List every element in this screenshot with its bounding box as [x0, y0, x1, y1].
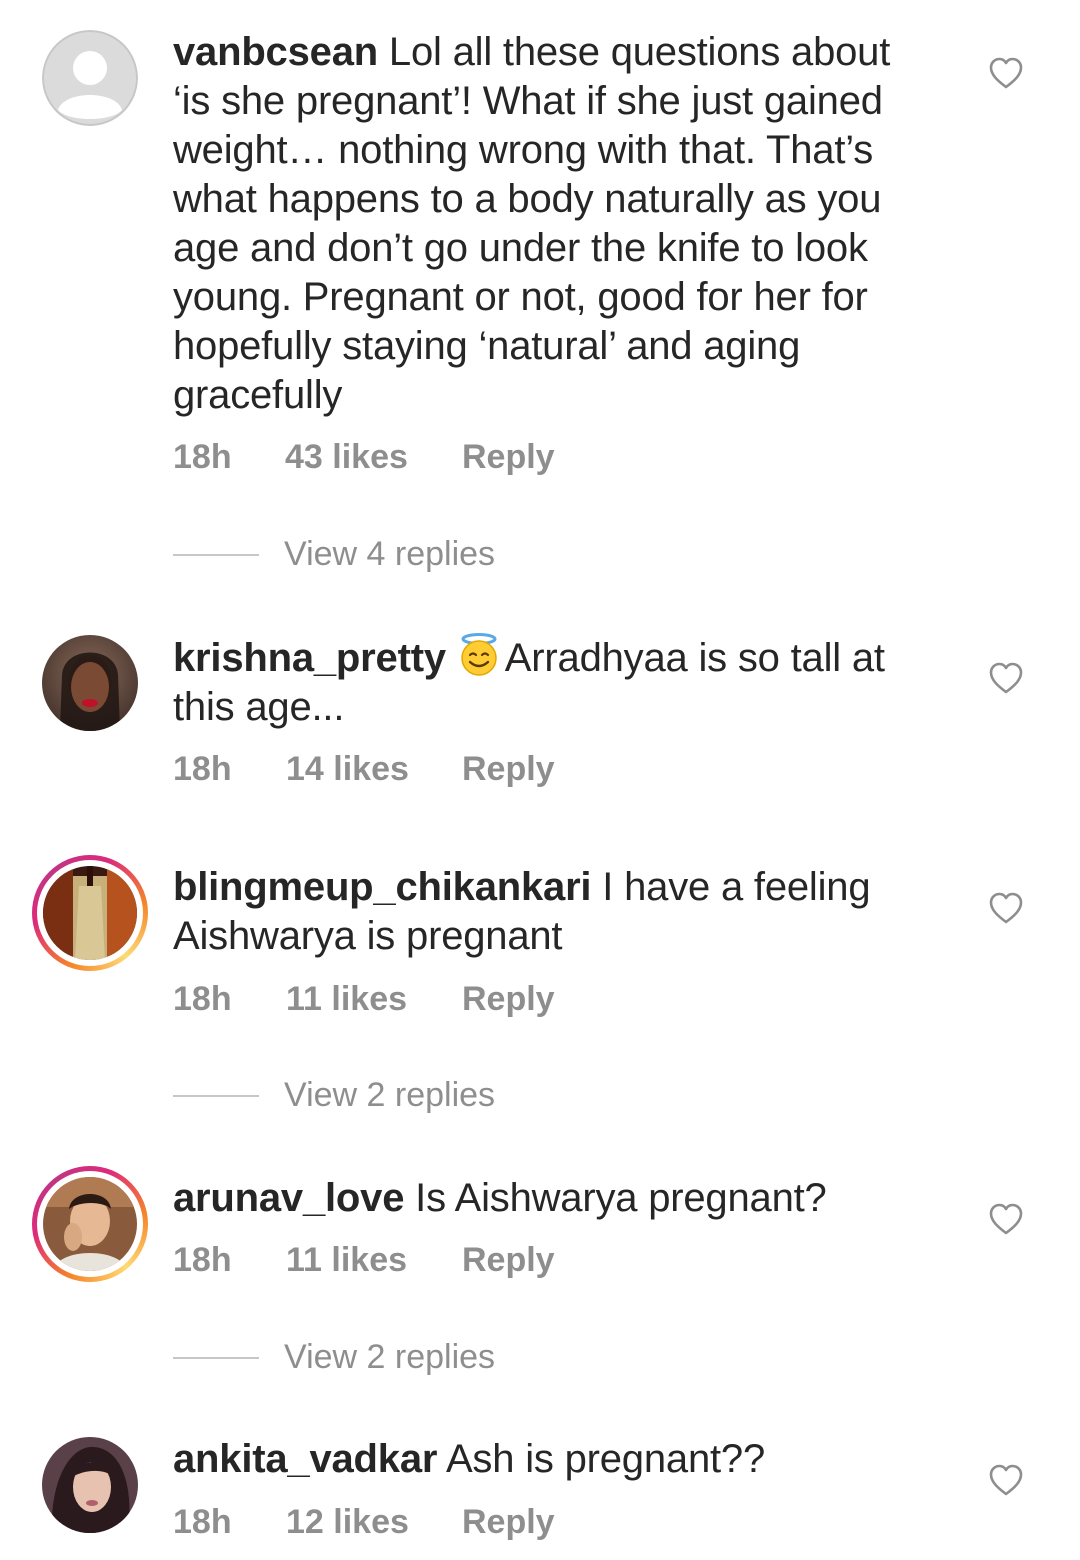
- comment-username[interactable]: blingmeup_chikankari: [173, 865, 592, 909]
- user-photo-icon: [43, 866, 137, 960]
- comment-text: arunav_love Is Aishwarya pregnant?: [173, 1174, 933, 1223]
- comment-likes[interactable]: 12 likes: [286, 1503, 409, 1542]
- comment-text: blingmeup_chikankari I have a feeling Ai…: [173, 863, 933, 961]
- comment-username[interactable]: arunav_love: [173, 1176, 404, 1220]
- comment-likes[interactable]: 11 likes: [286, 980, 407, 1019]
- heart-outline-icon[interactable]: [988, 1463, 1024, 1497]
- avatar-story-ring[interactable]: [32, 1166, 148, 1282]
- user-photo-icon: [43, 1177, 137, 1271]
- comment-username[interactable]: krishna_pretty: [173, 636, 446, 680]
- comment-likes[interactable]: 43 likes: [285, 438, 408, 477]
- view-replies-divider: [173, 1095, 259, 1097]
- comment-time: 18h: [173, 438, 232, 476]
- comment-text: vanbcsean Lol all these questions about …: [173, 28, 933, 420]
- view-replies-label: View 2 replies: [284, 1076, 496, 1114]
- reply-button[interactable]: Reply: [462, 1241, 555, 1280]
- avatar[interactable]: [42, 30, 138, 126]
- comment-time: 18h: [173, 980, 232, 1018]
- smiling-face-with-halo-emoji: [461, 633, 497, 676]
- comment-likes[interactable]: 14 likes: [286, 750, 409, 789]
- comment-time: 18h: [173, 750, 232, 788]
- comment-text: krishna_pretty Arradhyaa is so tall at t…: [173, 633, 933, 732]
- reply-button[interactable]: Reply: [462, 1503, 555, 1542]
- comment-username[interactable]: vanbcsean: [173, 30, 378, 74]
- avatar[interactable]: [42, 1437, 138, 1533]
- reply-button[interactable]: Reply: [462, 438, 555, 477]
- comment-time: 18h: [173, 1241, 232, 1279]
- reply-button[interactable]: Reply: [462, 750, 555, 789]
- default-avatar-icon: [42, 30, 138, 126]
- view-replies-divider: [173, 1357, 259, 1359]
- avatar: [43, 866, 137, 960]
- view-replies-label: View 2 replies: [284, 1338, 496, 1376]
- comment-time: 18h: [173, 1503, 232, 1541]
- user-photo-icon: [42, 635, 138, 731]
- comment-body: Ash is pregnant??: [437, 1437, 765, 1481]
- heart-outline-icon[interactable]: [988, 891, 1024, 925]
- reply-button[interactable]: Reply: [462, 980, 555, 1019]
- avatar-story-ring[interactable]: [32, 855, 148, 971]
- view-replies-label: View 4 replies: [284, 535, 496, 573]
- user-photo-icon: [42, 1437, 138, 1533]
- avatar[interactable]: [42, 635, 138, 731]
- heart-outline-icon[interactable]: [988, 56, 1024, 90]
- comment-username[interactable]: ankita_vadkar: [173, 1437, 437, 1481]
- heart-outline-icon[interactable]: [988, 661, 1024, 695]
- view-replies-divider: [173, 554, 259, 556]
- comment-body: Lol all these questions about ‘is she pr…: [173, 30, 891, 417]
- comment-text: ankita_vadkar Ash is pregnant??: [173, 1435, 933, 1484]
- comment-likes[interactable]: 11 likes: [286, 1241, 407, 1280]
- avatar: [43, 1177, 137, 1271]
- comment-body: Is Aishwarya pregnant?: [404, 1176, 827, 1220]
- heart-outline-icon[interactable]: [988, 1202, 1024, 1236]
